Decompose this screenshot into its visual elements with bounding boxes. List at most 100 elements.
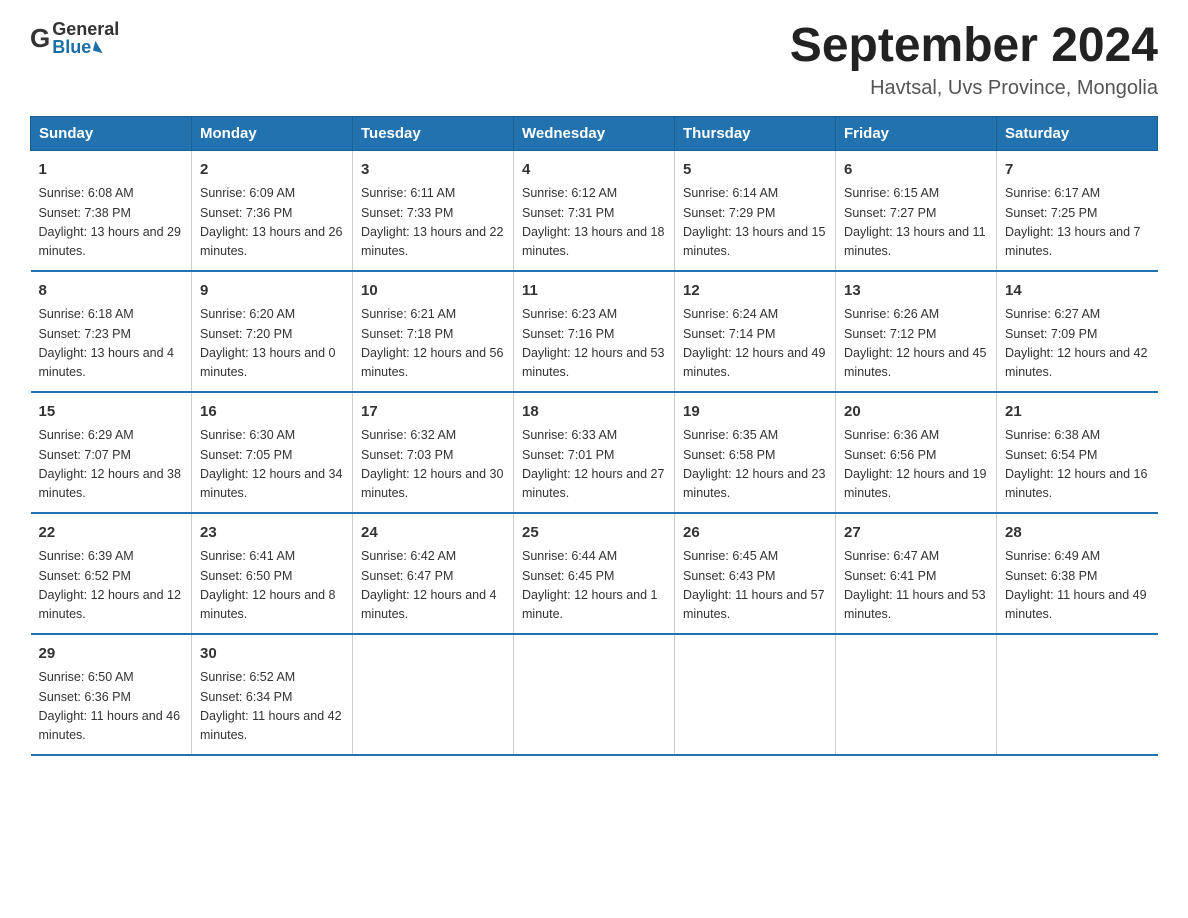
day-number: 5 xyxy=(683,159,827,182)
calendar-week-3: 15 Sunrise: 6:29 AMSunset: 7:07 PMDaylig… xyxy=(31,392,1158,513)
page-header: G General Blue September 2024 Havtsal, U… xyxy=(30,20,1158,100)
calendar-cell-w1-d3: 3 Sunrise: 6:11 AMSunset: 7:33 PMDayligh… xyxy=(353,150,514,271)
calendar-cell-w3-d5: 19 Sunrise: 6:35 AMSunset: 6:58 PMDaylig… xyxy=(675,392,836,513)
day-number: 15 xyxy=(39,401,184,424)
month-title: September 2024 xyxy=(790,20,1158,73)
day-number: 4 xyxy=(522,159,666,182)
day-info: Sunrise: 6:20 AMSunset: 7:20 PMDaylight:… xyxy=(200,305,344,383)
day-info: Sunrise: 6:50 AMSunset: 6:36 PMDaylight:… xyxy=(39,668,184,746)
day-number: 21 xyxy=(1005,401,1150,424)
col-saturday: Saturday xyxy=(997,116,1158,150)
col-monday: Monday xyxy=(192,116,353,150)
day-number: 20 xyxy=(844,401,988,424)
day-number: 27 xyxy=(844,522,988,545)
day-number: 22 xyxy=(39,522,184,545)
calendar-cell-w4-d5: 26 Sunrise: 6:45 AMSunset: 6:43 PMDaylig… xyxy=(675,513,836,634)
day-info: Sunrise: 6:36 AMSunset: 6:56 PMDaylight:… xyxy=(844,426,988,504)
col-wednesday: Wednesday xyxy=(514,116,675,150)
day-info: Sunrise: 6:17 AMSunset: 7:25 PMDaylight:… xyxy=(1005,184,1150,262)
day-info: Sunrise: 6:21 AMSunset: 7:18 PMDaylight:… xyxy=(361,305,505,383)
calendar-header-row: Sunday Monday Tuesday Wednesday Thursday… xyxy=(31,116,1158,150)
day-number: 11 xyxy=(522,280,666,303)
calendar-cell-w3-d2: 16 Sunrise: 6:30 AMSunset: 7:05 PMDaylig… xyxy=(192,392,353,513)
day-number: 29 xyxy=(39,643,184,666)
day-number: 23 xyxy=(200,522,344,545)
logo-blue-text: Blue xyxy=(52,38,119,56)
day-number: 3 xyxy=(361,159,505,182)
day-number: 7 xyxy=(1005,159,1150,182)
calendar-cell-w1-d1: 1 Sunrise: 6:08 AMSunset: 7:38 PMDayligh… xyxy=(31,150,192,271)
day-info: Sunrise: 6:35 AMSunset: 6:58 PMDaylight:… xyxy=(683,426,827,504)
calendar-cell-w4-d1: 22 Sunrise: 6:39 AMSunset: 6:52 PMDaylig… xyxy=(31,513,192,634)
day-info: Sunrise: 6:39 AMSunset: 6:52 PMDaylight:… xyxy=(39,547,184,625)
calendar-week-4: 22 Sunrise: 6:39 AMSunset: 6:52 PMDaylig… xyxy=(31,513,1158,634)
logo-g-letter: G xyxy=(30,23,50,54)
day-info: Sunrise: 6:14 AMSunset: 7:29 PMDaylight:… xyxy=(683,184,827,262)
calendar-cell-w5-d1: 29 Sunrise: 6:50 AMSunset: 6:36 PMDaylig… xyxy=(31,634,192,755)
day-info: Sunrise: 6:24 AMSunset: 7:14 PMDaylight:… xyxy=(683,305,827,383)
calendar-cell-w2-d6: 13 Sunrise: 6:26 AMSunset: 7:12 PMDaylig… xyxy=(836,271,997,392)
day-info: Sunrise: 6:27 AMSunset: 7:09 PMDaylight:… xyxy=(1005,305,1150,383)
calendar-cell-w5-d7 xyxy=(997,634,1158,755)
calendar-cell-w1-d2: 2 Sunrise: 6:09 AMSunset: 7:36 PMDayligh… xyxy=(192,150,353,271)
day-info: Sunrise: 6:33 AMSunset: 7:01 PMDaylight:… xyxy=(522,426,666,504)
col-friday: Friday xyxy=(836,116,997,150)
day-info: Sunrise: 6:26 AMSunset: 7:12 PMDaylight:… xyxy=(844,305,988,383)
day-number: 28 xyxy=(1005,522,1150,545)
calendar-cell-w2-d4: 11 Sunrise: 6:23 AMSunset: 7:16 PMDaylig… xyxy=(514,271,675,392)
calendar-cell-w2-d1: 8 Sunrise: 6:18 AMSunset: 7:23 PMDayligh… xyxy=(31,271,192,392)
day-number: 14 xyxy=(1005,280,1150,303)
calendar-cell-w5-d2: 30 Sunrise: 6:52 AMSunset: 6:34 PMDaylig… xyxy=(192,634,353,755)
day-number: 1 xyxy=(39,159,184,182)
calendar-cell-w4-d7: 28 Sunrise: 6:49 AMSunset: 6:38 PMDaylig… xyxy=(997,513,1158,634)
day-number: 18 xyxy=(522,401,666,424)
calendar-cell-w4-d3: 24 Sunrise: 6:42 AMSunset: 6:47 PMDaylig… xyxy=(353,513,514,634)
calendar-cell-w3-d3: 17 Sunrise: 6:32 AMSunset: 7:03 PMDaylig… xyxy=(353,392,514,513)
day-info: Sunrise: 6:42 AMSunset: 6:47 PMDaylight:… xyxy=(361,547,505,625)
title-area: September 2024 Havtsal, Uvs Province, Mo… xyxy=(790,20,1158,100)
day-info: Sunrise: 6:47 AMSunset: 6:41 PMDaylight:… xyxy=(844,547,988,625)
day-number: 24 xyxy=(361,522,505,545)
calendar-cell-w1-d4: 4 Sunrise: 6:12 AMSunset: 7:31 PMDayligh… xyxy=(514,150,675,271)
calendar-cell-w5-d5 xyxy=(675,634,836,755)
day-info: Sunrise: 6:11 AMSunset: 7:33 PMDaylight:… xyxy=(361,184,505,262)
day-info: Sunrise: 6:49 AMSunset: 6:38 PMDaylight:… xyxy=(1005,547,1150,625)
calendar-cell-w3-d4: 18 Sunrise: 6:33 AMSunset: 7:01 PMDaylig… xyxy=(514,392,675,513)
day-info: Sunrise: 6:29 AMSunset: 7:07 PMDaylight:… xyxy=(39,426,184,504)
day-info: Sunrise: 6:08 AMSunset: 7:38 PMDaylight:… xyxy=(39,184,184,262)
calendar-cell-w5-d3 xyxy=(353,634,514,755)
calendar-cell-w3-d7: 21 Sunrise: 6:38 AMSunset: 6:54 PMDaylig… xyxy=(997,392,1158,513)
day-info: Sunrise: 6:18 AMSunset: 7:23 PMDaylight:… xyxy=(39,305,184,383)
day-number: 26 xyxy=(683,522,827,545)
logo-arrow-icon xyxy=(93,41,105,53)
logo: G General Blue xyxy=(30,20,119,56)
day-info: Sunrise: 6:44 AMSunset: 6:45 PMDaylight:… xyxy=(522,547,666,625)
day-number: 25 xyxy=(522,522,666,545)
calendar-cell-w1-d7: 7 Sunrise: 6:17 AMSunset: 7:25 PMDayligh… xyxy=(997,150,1158,271)
logo-text-block: General Blue xyxy=(52,20,119,56)
calendar-cell-w1-d5: 5 Sunrise: 6:14 AMSunset: 7:29 PMDayligh… xyxy=(675,150,836,271)
day-info: Sunrise: 6:45 AMSunset: 6:43 PMDaylight:… xyxy=(683,547,827,625)
day-number: 2 xyxy=(200,159,344,182)
day-number: 9 xyxy=(200,280,344,303)
calendar-table: Sunday Monday Tuesday Wednesday Thursday… xyxy=(30,116,1158,756)
calendar-week-5: 29 Sunrise: 6:50 AMSunset: 6:36 PMDaylig… xyxy=(31,634,1158,755)
calendar-cell-w3-d1: 15 Sunrise: 6:29 AMSunset: 7:07 PMDaylig… xyxy=(31,392,192,513)
day-number: 12 xyxy=(683,280,827,303)
calendar-cell-w5-d6 xyxy=(836,634,997,755)
col-tuesday: Tuesday xyxy=(353,116,514,150)
calendar-cell-w1-d6: 6 Sunrise: 6:15 AMSunset: 7:27 PMDayligh… xyxy=(836,150,997,271)
day-number: 8 xyxy=(39,280,184,303)
day-info: Sunrise: 6:38 AMSunset: 6:54 PMDaylight:… xyxy=(1005,426,1150,504)
day-info: Sunrise: 6:09 AMSunset: 7:36 PMDaylight:… xyxy=(200,184,344,262)
day-number: 10 xyxy=(361,280,505,303)
calendar-cell-w2-d3: 10 Sunrise: 6:21 AMSunset: 7:18 PMDaylig… xyxy=(353,271,514,392)
day-number: 19 xyxy=(683,401,827,424)
day-info: Sunrise: 6:15 AMSunset: 7:27 PMDaylight:… xyxy=(844,184,988,262)
calendar-cell-w5-d4 xyxy=(514,634,675,755)
calendar-cell-w2-d2: 9 Sunrise: 6:20 AMSunset: 7:20 PMDayligh… xyxy=(192,271,353,392)
calendar-cell-w2-d7: 14 Sunrise: 6:27 AMSunset: 7:09 PMDaylig… xyxy=(997,271,1158,392)
day-info: Sunrise: 6:52 AMSunset: 6:34 PMDaylight:… xyxy=(200,668,344,746)
day-number: 17 xyxy=(361,401,505,424)
calendar-week-1: 1 Sunrise: 6:08 AMSunset: 7:38 PMDayligh… xyxy=(31,150,1158,271)
